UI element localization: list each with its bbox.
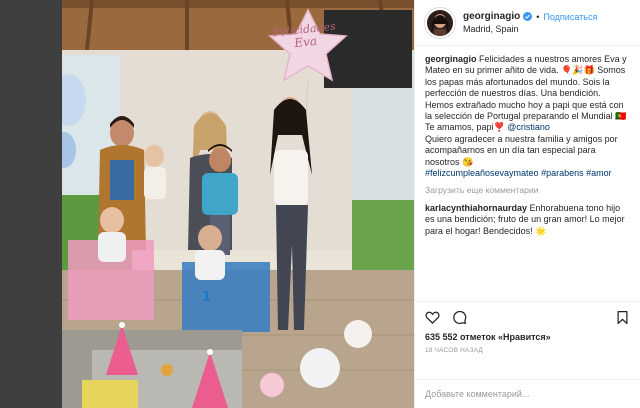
comment-icon[interactable] (452, 310, 467, 325)
family-birthday-photo (62, 0, 414, 408)
likes-count[interactable]: 635 552 отметок «Нравится» (425, 332, 630, 342)
post-side-panel: georginagio • Подписаться Madrid, Spain … (414, 0, 640, 408)
avatar-image (427, 9, 453, 36)
verified-badge-icon (523, 12, 533, 21)
add-comment-input[interactable] (425, 389, 630, 399)
comment-item: karlacynthiahornaurday Enhorabuena tono … (425, 203, 630, 237)
post-modal: Felicidades Eva 1 georginagio • Подписат… (62, 0, 640, 408)
shirt-number: 1 (202, 290, 212, 305)
mention-link[interactable]: @cristiano (507, 122, 550, 132)
caption-author[interactable]: georginagio (425, 54, 477, 64)
comments-section: georginagio Felicidades a nuestros amore… (415, 46, 640, 301)
bookmark-icon[interactable] (615, 310, 630, 325)
post-photo[interactable]: Felicidades Eva 1 (62, 0, 414, 408)
location-link[interactable]: Madrid, Spain (463, 24, 597, 34)
hashtags-link[interactable]: #felizcumpleañosevaymateo #parabens #amo… (425, 168, 612, 178)
post-timestamp[interactable]: 18 ЧАСОВ НАЗАД (425, 347, 630, 354)
follow-button[interactable]: Подписаться (543, 12, 597, 22)
caption-text-2: Quiero agradecer a nuestra familia y ami… (425, 133, 618, 167)
post-header: georginagio • Подписаться Madrid, Spain (415, 0, 640, 46)
caption: georginagio Felicidades a nuestros amore… (425, 54, 630, 179)
header-info: georginagio • Подписаться Madrid, Spain (463, 11, 597, 34)
post-actions: 635 552 отметок «Нравится» 18 ЧАСОВ НАЗА… (415, 301, 640, 379)
username-link[interactable]: georginagio (463, 11, 520, 22)
load-more-comments[interactable]: Загрузить еще комментарии (425, 185, 630, 196)
comment-author[interactable]: karlacynthiahornaurday (425, 203, 527, 213)
add-comment-bar (415, 379, 640, 408)
separator-dot: • (536, 11, 540, 22)
caption-text-1: Felicidades a nuestros amores Eva y Mate… (425, 54, 627, 133)
action-icons (425, 308, 630, 326)
avatar[interactable] (425, 7, 455, 38)
heart-icon[interactable] (425, 310, 440, 325)
